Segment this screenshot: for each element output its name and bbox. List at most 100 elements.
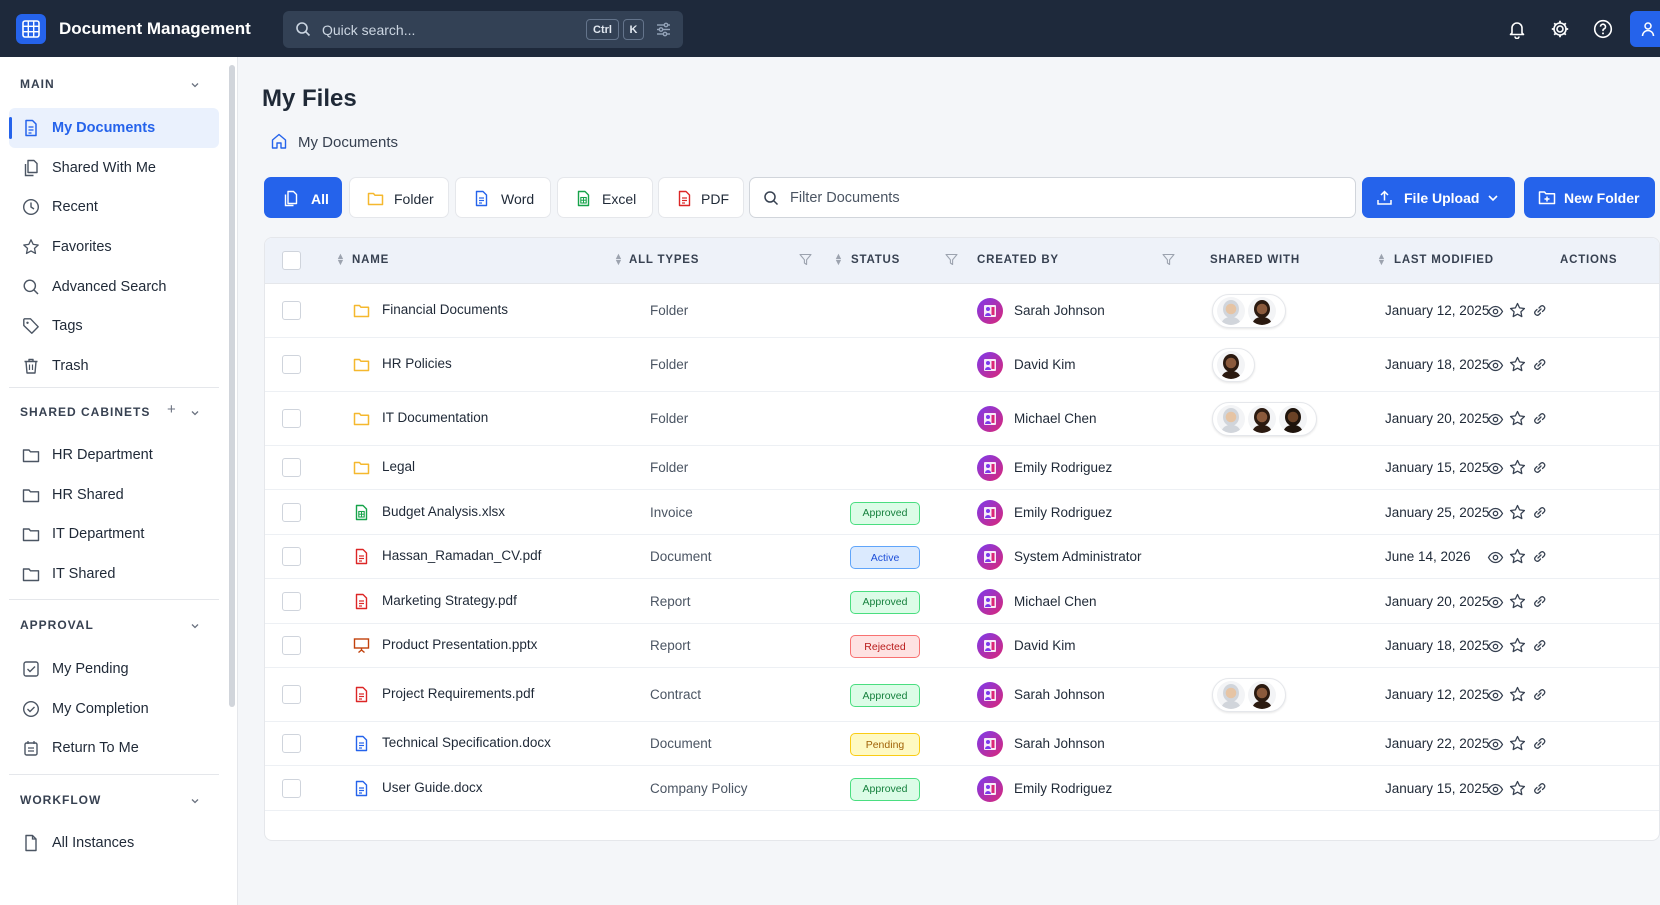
file-name[interactable]: Financial Documents (382, 302, 508, 317)
sidebar-scrollbar[interactable] (229, 65, 235, 707)
filter-documents-field[interactable] (749, 177, 1356, 218)
header-created-by[interactable]: CREATED BY (977, 254, 1059, 266)
eye-icon[interactable] (1487, 411, 1504, 428)
chevron-down-icon[interactable] (1487, 191, 1499, 207)
shared-user-avatar[interactable] (1248, 297, 1276, 325)
eye-icon[interactable] (1487, 505, 1504, 522)
file-name[interactable]: Technical Specification.docx (382, 735, 551, 750)
eye-icon[interactable] (1487, 357, 1504, 374)
file-name[interactable]: Hassan_Ramadan_CV.pdf (382, 548, 541, 563)
sidebar-item-tags[interactable]: Tags (9, 306, 219, 346)
row-checkbox[interactable] (282, 502, 301, 522)
sidebar-item-my-documents[interactable]: My Documents (9, 108, 219, 148)
star-icon[interactable] (1509, 459, 1526, 476)
user-menu-button[interactable] (1630, 11, 1660, 47)
link-icon[interactable] (1531, 302, 1548, 319)
link-icon[interactable] (1531, 459, 1548, 476)
table-row[interactable]: Marketing Strategy.pdf Report Approved Mich… (265, 579, 1659, 624)
header-last-modified[interactable]: LAST MODIFIED (1394, 254, 1494, 266)
filter-excel-button[interactable]: Excel (557, 177, 653, 218)
sidebar-item-all-instances[interactable]: All Instances (9, 823, 219, 863)
gear-icon[interactable] (1549, 18, 1571, 40)
star-icon[interactable] (1509, 504, 1526, 521)
file-name[interactable]: Project Requirements.pdf (382, 686, 534, 701)
star-icon[interactable] (1509, 356, 1526, 373)
row-checkbox[interactable] (282, 301, 301, 320)
row-checkbox[interactable] (282, 355, 301, 374)
file-name[interactable]: Marketing Strategy.pdf (382, 593, 517, 608)
star-icon[interactable] (1509, 780, 1526, 797)
row-checkbox[interactable] (282, 458, 301, 477)
sidebar-item-return-to-me[interactable]: Return To Me (9, 728, 219, 768)
shared-user-avatar[interactable] (1217, 405, 1245, 433)
table-row[interactable]: Hassan_Ramadan_CV.pdf Document Active Syste… (265, 535, 1659, 579)
file-name[interactable]: Product Presentation.pptx (382, 637, 537, 652)
chevron-down-icon[interactable] (190, 793, 200, 809)
chevron-down-icon[interactable] (190, 77, 200, 93)
eye-icon[interactable] (1487, 687, 1504, 704)
filter-all-button[interactable]: All (264, 177, 342, 218)
sidebar-item-recent[interactable]: Recent (9, 187, 219, 227)
sidebar-item-my-pending[interactable]: My Pending (9, 649, 219, 689)
table-row[interactable]: HR Policies Folder David Kim January 18, 20… (265, 338, 1659, 392)
table-row[interactable]: Technical Specification.docx Document Pend… (265, 722, 1659, 766)
section-main-title[interactable]: MAIN (20, 77, 55, 91)
filter-icon[interactable] (945, 253, 958, 269)
shared-user-avatar[interactable] (1279, 405, 1307, 433)
eye-icon[interactable] (1487, 781, 1504, 798)
sort-name-icon[interactable]: ▲ ▼ (336, 252, 345, 267)
header-name[interactable]: NAME (352, 254, 389, 266)
row-checkbox[interactable] (282, 685, 301, 704)
quick-search[interactable]: Quick search... Ctrl K (283, 11, 683, 48)
link-icon[interactable] (1531, 410, 1548, 427)
sidebar-item-shared-with-me[interactable]: Shared With Me (9, 148, 219, 188)
file-name[interactable]: Budget Analysis.xlsx (382, 504, 505, 519)
row-checkbox[interactable] (282, 636, 301, 655)
section-shared-cabinets-title[interactable]: SHARED CABINETS (20, 405, 150, 419)
breadcrumb-current[interactable]: My Documents (298, 134, 398, 151)
filter-folder-button[interactable]: Folder (349, 177, 449, 218)
link-icon[interactable] (1531, 735, 1548, 752)
link-icon[interactable] (1531, 356, 1548, 373)
star-icon[interactable] (1509, 302, 1526, 319)
search-options-icon[interactable] (655, 21, 672, 41)
sidebar-item-favorites[interactable]: Favorites (9, 227, 219, 267)
bell-icon[interactable] (1506, 18, 1528, 40)
help-icon[interactable] (1592, 18, 1614, 40)
table-row[interactable]: Financial Documents Folder Sarah Johnson Ja… (265, 284, 1659, 338)
star-icon[interactable] (1509, 410, 1526, 427)
file-name[interactable]: IT Documentation (382, 410, 488, 425)
sidebar-item-my-completion[interactable]: My Completion (9, 689, 219, 729)
sidebar-item-hr-department[interactable]: HR Department (9, 435, 219, 475)
link-icon[interactable] (1531, 637, 1548, 654)
filter-documents-input[interactable] (790, 188, 1330, 208)
home-icon[interactable] (270, 132, 288, 153)
table-row[interactable]: Project Requirements.pdf Contract Approved… (265, 668, 1659, 722)
shared-with-avatars[interactable] (1212, 402, 1317, 436)
chevron-down-icon[interactable] (190, 618, 200, 634)
link-icon[interactable] (1531, 686, 1548, 703)
table-row[interactable]: Product Presentation.pptx Report Rejected D… (265, 624, 1659, 668)
sidebar-item-advanced-search[interactable]: Advanced Search (9, 267, 219, 307)
filter-word-button[interactable]: Word (455, 177, 551, 218)
eye-icon[interactable] (1487, 303, 1504, 320)
section-approval-title[interactable]: APPROVAL (20, 618, 94, 632)
file-name[interactable]: Legal (382, 459, 415, 474)
row-checkbox[interactable] (282, 591, 301, 611)
file-upload-button[interactable]: File Upload (1362, 177, 1515, 218)
sort-status-icon[interactable]: ▲ ▼ (834, 252, 843, 267)
add-cabinet-icon[interactable]: + (167, 401, 176, 418)
filter-icon[interactable] (799, 253, 812, 269)
star-icon[interactable] (1509, 637, 1526, 654)
shared-with-avatars[interactable] (1212, 678, 1286, 712)
link-icon[interactable] (1531, 780, 1548, 797)
star-icon[interactable] (1509, 686, 1526, 703)
filter-icon[interactable] (1162, 253, 1175, 269)
header-all-types[interactable]: ALL TYPES (629, 254, 699, 266)
shared-user-avatar[interactable] (1248, 681, 1276, 709)
sidebar-item-it-department[interactable]: IT Department (9, 514, 219, 554)
sidebar-item-it-shared[interactable]: IT Shared (9, 554, 219, 594)
table-row[interactable]: Budget Analysis.xlsx Invoice Approved Emily… (265, 490, 1659, 535)
sort-modified-icon[interactable]: ▲ ▼ (1377, 252, 1386, 267)
shared-user-avatar[interactable] (1217, 351, 1245, 379)
